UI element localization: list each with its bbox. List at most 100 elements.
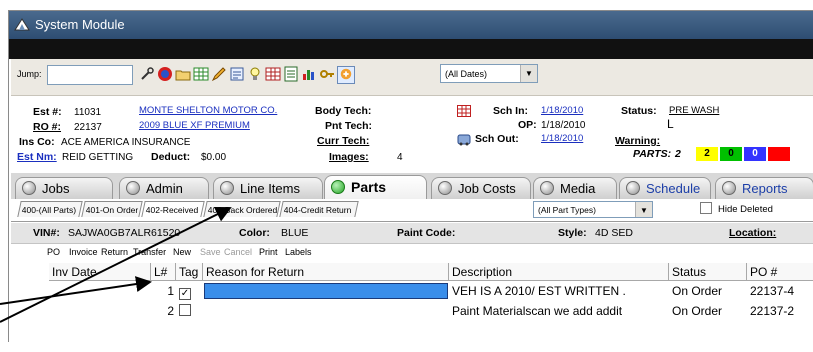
owner-link[interactable]: MONTE SHELTON MOTOR CO. (139, 105, 277, 116)
subtab-label: 404-Credit Return (283, 205, 352, 215)
new-button[interactable]: New (173, 247, 191, 257)
chevron-down-icon[interactable]: ▼ (520, 65, 537, 82)
images-value: 4 (397, 152, 403, 163)
car-schedule-icon[interactable] (457, 132, 471, 146)
column-header-inv-date[interactable]: Inv Date (49, 263, 151, 281)
globe-icon[interactable] (157, 66, 173, 82)
part-types-select[interactable]: (All Part Types) ▼ (533, 201, 653, 218)
ins-label: Ins Co: (19, 136, 55, 148)
part-types-value: (All Part Types) (538, 205, 596, 215)
tab-line-items[interactable]: Line Items (213, 177, 323, 199)
parts-count-yellow: 2 (696, 147, 718, 161)
tab-jobs[interactable]: Jobs (15, 177, 113, 199)
tab-radio-icon (626, 181, 640, 195)
checkbox-icon[interactable] (700, 202, 712, 214)
checkbox-icon[interactable] (179, 304, 191, 316)
subtab-received[interactable]: 402-Received (141, 201, 205, 217)
curr-tech-label[interactable]: Curr Tech: (317, 135, 369, 147)
parts-grid: Inv Date L# Tag Reason for Return Descri… (11, 263, 813, 352)
column-header-status[interactable]: Status (669, 263, 747, 281)
vin-value: SAJWA0GB7ALR61520 (68, 227, 181, 239)
app-window: System Module Jump: (All Dates) ▼ Est #: … (8, 10, 813, 342)
bulb-icon[interactable] (247, 66, 263, 82)
subtab-label: 401-On Order (85, 205, 139, 215)
column-header-reason[interactable]: Reason for Return (203, 263, 449, 281)
invoice-button[interactable]: Invoice (69, 247, 98, 257)
tools-icon[interactable] (139, 66, 155, 82)
sch-in-value[interactable]: 1/18/2010 (541, 105, 583, 116)
est-value: 11031 (74, 107, 102, 118)
style-value: 4D SED (595, 227, 633, 239)
status-extra: L (667, 117, 674, 131)
dates-select-value: (All Dates) (445, 69, 488, 79)
grid-calendar-icon[interactable] (193, 66, 209, 82)
status-value[interactable]: PRE WASH (669, 105, 719, 116)
tab-label: Media (560, 181, 596, 196)
estnm-label[interactable]: Est Nm: (17, 151, 57, 163)
parts-action-bar: PO Invoice Return Transfer New Save Canc… (11, 244, 813, 262)
vehicle-link[interactable]: 2009 BLUE XF PREMIUM (139, 120, 250, 131)
jump-input[interactable] (47, 65, 133, 85)
subtab-credit-return[interactable]: 404-Credit Return (279, 201, 359, 217)
subtab-on-order[interactable]: 401-On Order (81, 201, 143, 217)
key-icon[interactable] (319, 66, 335, 82)
cancel-button[interactable]: Cancel (224, 247, 252, 257)
subtab-back-ordered[interactable]: 403-Back Ordered (203, 201, 281, 217)
tag-cell[interactable]: ✓ (176, 281, 203, 301)
reason-input[interactable] (204, 283, 448, 299)
tab-radio-icon (540, 181, 554, 195)
chevron-down-icon[interactable]: ▼ (635, 202, 652, 217)
chart-icon[interactable] (301, 66, 317, 82)
tab-label: Jobs (42, 181, 70, 196)
tab-label: Line Items (240, 181, 300, 196)
spreadsheet-icon[interactable] (265, 66, 281, 82)
column-header-line[interactable]: L# (151, 263, 176, 281)
tab-radio-icon (722, 181, 736, 195)
images-label[interactable]: Images: (329, 151, 369, 163)
checkbox-checked-icon[interactable]: ✓ (179, 288, 191, 300)
column-header-description[interactable]: Description (449, 263, 669, 281)
tab-job-costs[interactable]: Job Costs (431, 177, 531, 199)
style-label: Style: (558, 227, 587, 239)
sch-out-value[interactable]: 1/18/2010 (541, 133, 583, 144)
subtab-label: 403-Back Ordered (207, 205, 278, 215)
po-button[interactable]: PO (47, 247, 60, 257)
list-icon[interactable] (283, 66, 299, 82)
inv-date-cell[interactable] (49, 301, 151, 321)
save-button[interactable]: Save (200, 247, 221, 257)
tab-radio-icon (438, 181, 452, 195)
hide-deleted-checkbox[interactable]: Hide Deleted (700, 202, 773, 215)
location-label[interactable]: Location: (729, 227, 776, 239)
report-icon[interactable] (229, 66, 245, 82)
return-button[interactable]: Return (101, 247, 128, 257)
tab-media[interactable]: Media (533, 177, 617, 199)
tab-parts[interactable]: Parts (324, 175, 427, 199)
pencil-icon[interactable] (211, 66, 227, 82)
subtab-label: 402-Received (145, 205, 199, 215)
tab-reports[interactable]: Reports (715, 177, 813, 199)
transfer-button[interactable]: Transfer (133, 247, 166, 257)
column-header-tag[interactable]: Tag (176, 263, 203, 281)
ro-value: 22137 (74, 122, 102, 133)
print-button[interactable]: Print (259, 247, 278, 257)
column-header-po[interactable]: PO # (747, 263, 813, 281)
subtab-all-parts[interactable]: 400-(All Parts) (17, 201, 83, 217)
warning-label[interactable]: Warning: (615, 135, 660, 147)
po-cell: 22137-4 (750, 284, 795, 298)
tab-admin[interactable]: Admin (119, 177, 209, 199)
calendar-icon[interactable] (457, 105, 471, 117)
labels-button[interactable]: Labels (285, 247, 312, 257)
tag-cell[interactable] (176, 301, 203, 321)
tab-label: Admin (146, 181, 183, 196)
description-cell: Paint Materialscan we add addit (452, 304, 623, 318)
inv-date-cell[interactable] (49, 281, 151, 301)
open-folder-icon[interactable] (175, 66, 191, 82)
toolbar: Jump: (All Dates) ▼ (11, 59, 813, 96)
parts-count-green: 0 (720, 147, 742, 161)
dates-select[interactable]: (All Dates) ▼ (440, 64, 538, 83)
reason-cell[interactable] (204, 301, 448, 321)
tab-schedule[interactable]: Schedule (619, 177, 711, 199)
help-icon[interactable] (337, 66, 355, 84)
ro-label[interactable]: RO #: (33, 121, 61, 133)
tab-radio-icon (331, 180, 345, 194)
